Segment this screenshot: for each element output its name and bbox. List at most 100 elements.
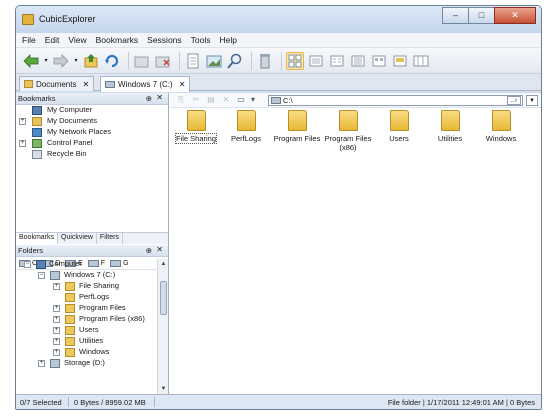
tree-item-drive-d[interactable]: + Storage (D:) — [16, 358, 156, 369]
tree-item-drive-c[interactable]: − Windows 7 (C:) — [16, 270, 156, 281]
left-pane: Bookmarks ⊕ ✕ My Computer + My Documents… — [16, 93, 169, 394]
expand-icon[interactable]: + — [53, 316, 60, 323]
recycle-icon[interactable] — [256, 52, 274, 70]
tab-quickview[interactable]: Quickview — [58, 233, 97, 244]
new-file-icon[interactable]: ▭ — [235, 95, 247, 105]
menu-help[interactable]: Help — [220, 35, 237, 45]
grid-view-icon[interactable] — [412, 52, 430, 70]
forward-arrow-icon[interactable] — [52, 52, 70, 70]
address-dropdown-icon[interactable]: ▼ — [526, 95, 538, 106]
menu-file[interactable]: File — [22, 35, 36, 45]
tab-label: Documents — [36, 79, 77, 89]
bookmark-item[interactable]: Recycle Bin — [16, 149, 168, 160]
folder-icon — [65, 282, 75, 291]
thumbnails-view-icon[interactable] — [286, 51, 304, 70]
tab-close-icon[interactable]: ✕ — [179, 80, 186, 89]
back-arrow-icon[interactable] — [22, 52, 40, 70]
tree-item-folder[interactable]: + File Sharing — [16, 281, 156, 292]
back-dropdown-icon[interactable]: ▾ — [43, 52, 49, 70]
scroll-up-icon[interactable]: ▲ — [158, 259, 169, 269]
tree-item-folder[interactable]: + Users — [16, 325, 156, 336]
details-view-icon[interactable] — [349, 52, 367, 70]
up-folder-icon[interactable] — [82, 52, 100, 70]
file-item[interactable]: Users — [375, 110, 423, 143]
tree-item-folder[interactable]: + Program Files — [16, 303, 156, 314]
tab-windows-7[interactable]: Windows 7 (C:) ✕ — [100, 76, 191, 92]
expand-icon[interactable]: + — [53, 338, 60, 345]
pin-icon[interactable]: ⊕ — [146, 94, 152, 103]
folder-icon — [491, 110, 511, 131]
paste-icon[interactable]: ▤ — [205, 95, 217, 105]
tab-bar: Documents ✕ Windows 7 (C:) ✕ — [16, 74, 541, 92]
tree-label: File Sharing — [79, 281, 120, 290]
menu-sessions[interactable]: Sessions — [147, 35, 182, 45]
delete-icon[interactable]: ✕ — [220, 95, 232, 105]
new-folder-icon[interactable] — [133, 52, 151, 70]
bookmark-item[interactable]: My Computer — [16, 105, 168, 116]
bookmark-item[interactable]: + My Documents — [16, 116, 168, 127]
address-bar[interactable]: C:\ ..› — [268, 95, 523, 106]
tree-item-folder[interactable]: + Utilities — [16, 336, 156, 347]
status-bar: 0/7 Selected 0 Bytes / 8959.02 MB File f… — [16, 394, 541, 409]
menu-view[interactable]: View — [68, 35, 86, 45]
refresh-icon[interactable] — [103, 52, 121, 70]
expand-icon[interactable]: + — [53, 283, 60, 290]
menu-bookmarks[interactable]: Bookmarks — [96, 35, 139, 45]
search-icon[interactable] — [226, 52, 244, 70]
file-item[interactable]: Program Files (x86) — [324, 110, 372, 152]
content-area: Bookmarks ⊕ ✕ My Computer + My Documents… — [16, 93, 541, 394]
scroll-thumb[interactable] — [160, 281, 167, 315]
list-view-icon[interactable] — [328, 52, 346, 70]
file-item[interactable]: Utilities — [426, 110, 474, 143]
collapse-icon[interactable]: − — [24, 261, 31, 268]
tab-close-icon[interactable]: ✕ — [82, 80, 89, 89]
folder-icon — [24, 80, 33, 88]
pin-icon[interactable]: ⊕ — [146, 246, 152, 255]
tree-item-folder[interactable]: + Program Files (x86) — [16, 314, 156, 325]
expand-icon[interactable]: + — [19, 118, 26, 125]
tree-item-computer[interactable]: − Computer — [16, 259, 156, 270]
folder-icon — [65, 304, 75, 313]
title-bar[interactable]: CubicExplorer – □ ✕ — [16, 6, 541, 33]
panel-close-icon[interactable]: ✕ — [156, 93, 163, 102]
expand-icon[interactable]: + — [53, 349, 60, 356]
status-divider — [68, 397, 69, 407]
forward-dropdown-icon[interactable]: ▾ — [73, 52, 79, 70]
filmstrip-view-icon[interactable] — [391, 52, 409, 70]
tree-item-folder[interactable]: + Windows — [16, 347, 156, 358]
bookmark-item[interactable]: My Network Places — [16, 127, 168, 138]
image-icon[interactable] — [205, 52, 223, 70]
expand-icon[interactable]: + — [19, 140, 26, 147]
bookmark-item[interactable]: + Control Panel — [16, 138, 168, 149]
tab-documents[interactable]: Documents ✕ — [19, 76, 95, 91]
expand-icon[interactable]: + — [53, 327, 60, 334]
tiles-view-icon[interactable] — [370, 52, 388, 70]
address-go-button[interactable]: ..› — [507, 96, 521, 105]
file-item[interactable]: Program Files — [273, 110, 321, 143]
scroll-down-icon[interactable]: ▼ — [158, 384, 169, 394]
folder-tree-scrollbar[interactable]: ▲ ▼ — [157, 259, 168, 394]
copy-path-icon[interactable]: ⎘ — [175, 95, 187, 105]
close-button[interactable]: ✕ — [494, 7, 536, 24]
icons-view-icon[interactable] — [307, 52, 325, 70]
new-file-dropdown-icon[interactable]: ▾ — [250, 95, 256, 105]
minimize-button[interactable]: – — [442, 7, 469, 24]
expand-icon[interactable]: + — [53, 305, 60, 312]
tree-label: Storage (D:) — [64, 358, 105, 367]
file-item[interactable]: Windows — [477, 110, 525, 143]
cut-icon[interactable]: ✂ — [190, 95, 202, 105]
file-item[interactable]: PerfLogs — [222, 110, 270, 143]
collapse-icon[interactable]: − — [38, 272, 45, 279]
menu-edit[interactable]: Edit — [45, 35, 60, 45]
tree-item-folder[interactable]: PerfLogs — [16, 292, 156, 303]
expand-icon[interactable]: + — [38, 360, 45, 367]
file-toolbar: ⎘ ✂ ▤ ✕ ▭ ▾ C:\ ..› ▼ — [170, 93, 541, 108]
menu-tools[interactable]: Tools — [191, 35, 211, 45]
page-icon[interactable] — [184, 52, 202, 70]
panel-close-icon[interactable]: ✕ — [156, 245, 163, 254]
tab-bookmarks[interactable]: Bookmarks — [16, 233, 59, 244]
tab-filters[interactable]: Filters — [97, 233, 123, 244]
file-item[interactable]: File Sharing — [172, 110, 220, 144]
maximize-button[interactable]: □ — [468, 7, 495, 24]
delete-folder-icon[interactable] — [154, 52, 172, 70]
